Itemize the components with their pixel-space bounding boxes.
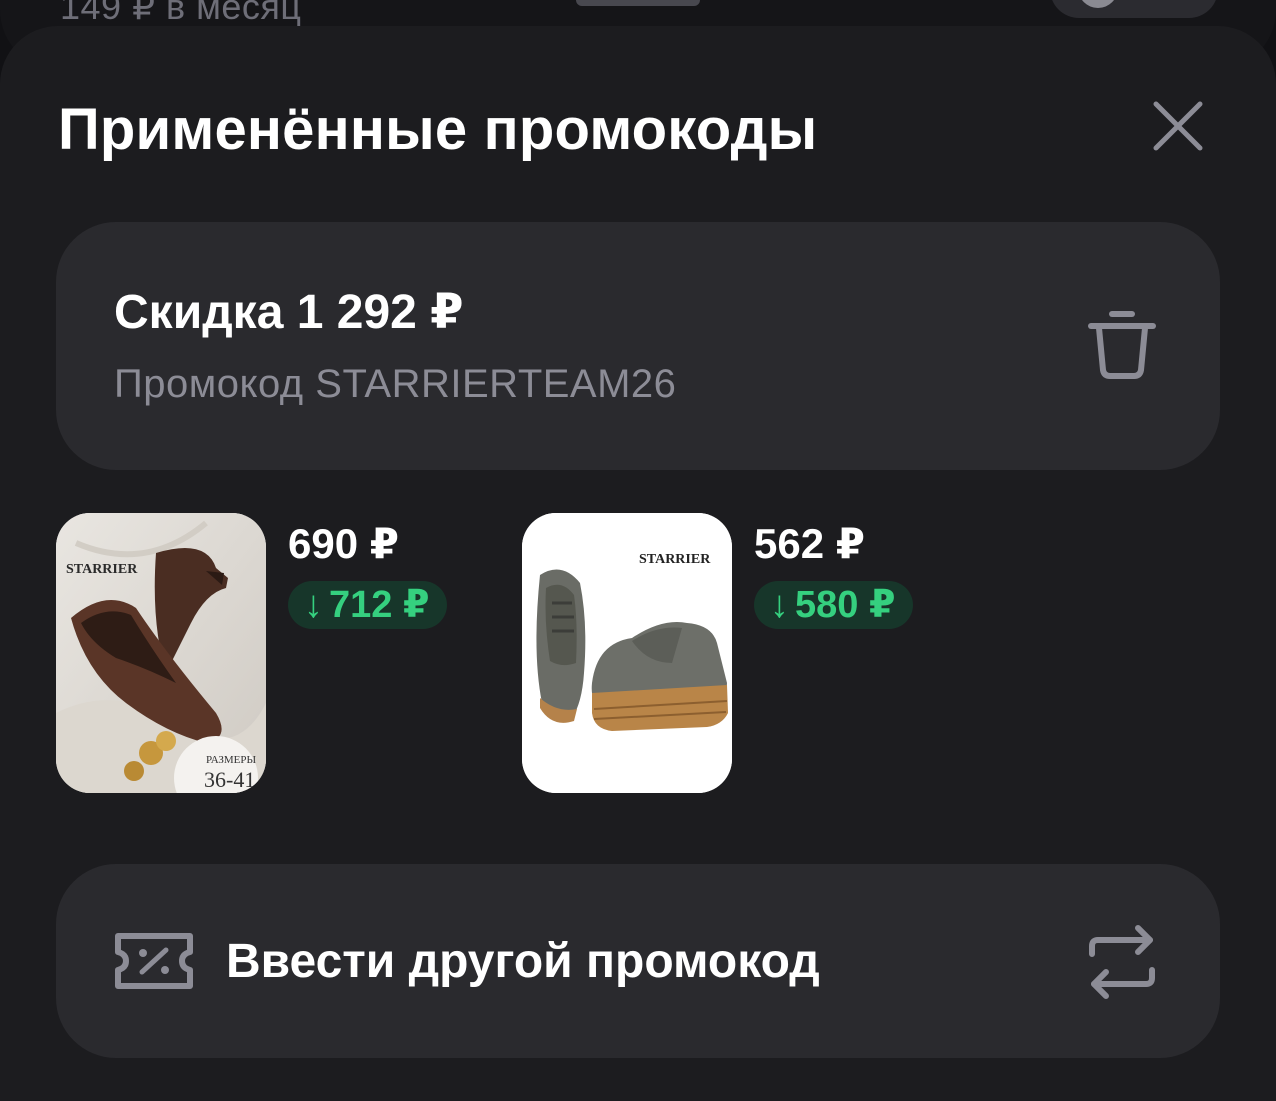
close-icon bbox=[1153, 101, 1203, 151]
sneakers-photo: STARRIER bbox=[522, 513, 732, 793]
product-card[interactable]: STARRIER 562 ₽ ↓ 580 ₽ bbox=[522, 513, 942, 795]
ticket-percent-icon bbox=[115, 933, 193, 989]
promo-code-label: Промокод STARRIERTEAM26 bbox=[114, 362, 677, 406]
subscription-price-text: 149 ₽ в месяц bbox=[60, 0, 302, 27]
arrow-down-icon: ↓ bbox=[304, 584, 323, 626]
toggle-knob bbox=[1078, 0, 1118, 8]
swap-arrows-icon bbox=[1089, 925, 1155, 999]
sizes-label-text: РАЗМЕРЫ bbox=[206, 754, 257, 766]
applied-promo-card: Скидка 1 292 ₽ Промокод STARRIERTEAM26 bbox=[56, 222, 1220, 470]
sizes-range-text: 36-41 bbox=[204, 767, 255, 792]
enter-another-promo-button[interactable]: Ввести другой промокод bbox=[56, 864, 1220, 1058]
applied-promocodes-sheet: Применённые промокоды Скидка 1 292 ₽ Про… bbox=[0, 26, 1276, 1101]
enter-promo-label: Ввести другой промокод bbox=[226, 935, 820, 988]
discount-amount: Скидка 1 292 ₽ bbox=[114, 286, 464, 339]
product-price: 562 ₽ bbox=[754, 520, 865, 567]
brand-logo-text: STARRIER bbox=[66, 562, 138, 577]
product-price: 690 ₽ bbox=[288, 520, 399, 567]
old-price-value: 712 ₽ bbox=[329, 584, 430, 626]
arrow-down-icon: ↓ bbox=[770, 584, 789, 626]
trash-icon bbox=[1088, 311, 1156, 379]
subscription-toggle[interactable] bbox=[1050, 0, 1218, 18]
old-price-badge: ↓ 580 ₽ bbox=[754, 581, 914, 629]
old-price-badge: ↓ 712 ₽ bbox=[288, 581, 448, 629]
close-button[interactable] bbox=[1148, 96, 1208, 156]
brand-logo-text: STARRIER bbox=[639, 552, 711, 567]
product-card[interactable]: STARRIER РАЗМЕРЫ 36-41 690 ₽ ↓ 712 ₽ bbox=[56, 513, 476, 795]
old-price-value: 580 ₽ bbox=[795, 584, 896, 626]
sheet-grab-handle[interactable] bbox=[576, 0, 700, 6]
product-image[interactable]: STARRIER РАЗМЕРЫ 36-41 bbox=[56, 513, 266, 793]
sheet-title: Применённые промокоды bbox=[58, 97, 818, 162]
product-image[interactable]: STARRIER bbox=[522, 513, 732, 793]
delete-promo-button[interactable] bbox=[1086, 306, 1158, 382]
heels-photo: STARRIER РАЗМЕРЫ 36-41 bbox=[56, 513, 266, 793]
